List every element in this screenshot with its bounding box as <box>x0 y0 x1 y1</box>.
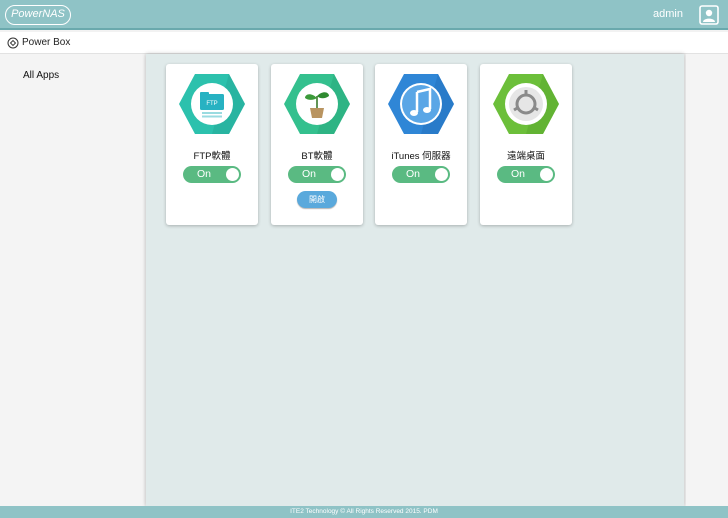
music-note-icon[interactable] <box>387 72 455 136</box>
remote-desktop-toggle[interactable]: On <box>497 166 555 183</box>
ftp-toggle[interactable]: On <box>183 166 241 183</box>
sprout-icon[interactable] <box>283 72 351 136</box>
sidebar: All Apps <box>0 54 144 506</box>
remote-desktop-icon[interactable] <box>492 72 560 136</box>
powernas-logo[interactable]: PowerNAS <box>5 5 71 25</box>
app-name: iTunes 伺服器 <box>391 151 451 162</box>
power-box-icon <box>7 37 19 49</box>
ftp-icon[interactable]: FTP <box>178 72 246 136</box>
svg-text:FTP: FTP <box>206 101 217 107</box>
toggle-label: On <box>405 168 420 180</box>
app-card-bt: BT軟體 On 開啟 <box>271 64 363 225</box>
toggle-label: On <box>196 168 211 180</box>
toggle-label: On <box>510 168 525 180</box>
app-name: FTP軟體 <box>193 151 231 162</box>
app-card-ftp: FTP FTP軟體 On <box>166 64 258 225</box>
toggle-knob <box>435 168 448 181</box>
toggle-knob <box>331 168 344 181</box>
right-margin <box>686 54 728 506</box>
page-header: Power Box <box>0 32 728 54</box>
top-bar: PowerNAS admin <box>0 0 728 30</box>
app-grid-panel: FTP FTP軟體 On BT軟體 On 開啟 iTunes 伺服器 On 遠端… <box>146 54 684 506</box>
bt-toggle[interactable]: On <box>288 166 346 183</box>
open-button[interactable]: 開啟 <box>297 191 337 208</box>
user-name[interactable]: admin <box>653 8 683 20</box>
sidebar-item-all-apps[interactable]: All Apps <box>23 70 59 81</box>
footer: ITE2 Technology © All Rights Reserved 20… <box>0 506 728 518</box>
toggle-knob <box>540 168 553 181</box>
itunes-toggle[interactable]: On <box>392 166 450 183</box>
toggle-label: On <box>301 168 316 180</box>
app-card-itunes: iTunes 伺服器 On <box>375 64 467 225</box>
app-name: BT軟體 <box>301 151 333 162</box>
user-avatar-icon[interactable] <box>699 5 719 25</box>
page-title: Power Box <box>22 37 71 48</box>
toggle-knob <box>226 168 239 181</box>
app-name: 遠端桌面 <box>506 151 545 162</box>
app-card-remote-desktop: 遠端桌面 On <box>480 64 572 225</box>
